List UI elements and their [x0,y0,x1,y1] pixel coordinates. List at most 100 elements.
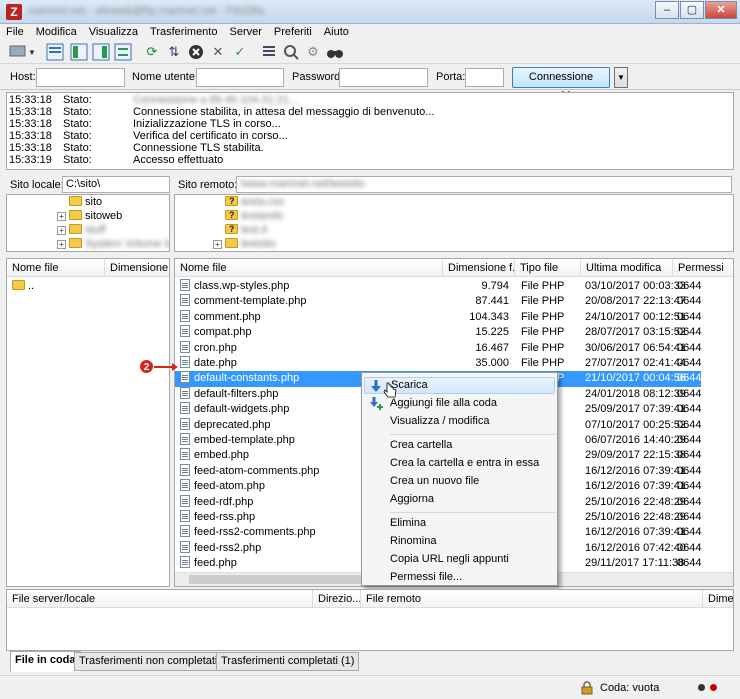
transfer-queue[interactable]: File server/locale Direzio... File remot… [6,589,734,651]
port-input[interactable] [465,68,504,87]
menu-item-crea-file[interactable]: Crea un nuovo file [364,473,555,490]
context-menu: Scarica Aggiungi file alla coda Visualiz… [361,372,558,586]
refresh-icon[interactable]: ⟳ [143,43,161,61]
column-header-size[interactable]: Dimen [703,590,733,608]
menu-item-permessi[interactable]: Permessi file... [364,569,555,586]
tab-trasferimenti-non-completati[interactable]: Trasferimenti non completati [74,652,223,671]
expand-icon[interactable]: + [57,240,66,249]
file-modified-cell: 16/12/2016 07:39:41 [585,480,686,493]
menu-item-elimina[interactable]: Elimina [364,515,555,532]
maximize-button[interactable]: ▢ [680,1,704,19]
menu-item-crea-cartella[interactable]: Crea cartella [364,437,555,454]
tree-item[interactable]: test.it [225,222,267,237]
column-header-filetype[interactable]: Tipo file [515,259,581,277]
expand-icon[interactable]: + [57,226,66,235]
filter-icon[interactable] [260,43,278,61]
menu-item-scarica[interactable]: Scarica [364,377,555,398]
column-header-filename[interactable]: Nome file [175,259,443,277]
menu-trasferimento[interactable]: Trasferimento [144,24,223,40]
disconnect-icon[interactable]: ✕ [209,43,227,61]
column-header-local-file[interactable]: File server/locale [7,590,313,608]
menu-item-crea-entra[interactable]: Crea la cartella e entra in essa [364,455,555,472]
tree-item[interactable]: + testsito [213,237,276,251]
site-manager-icon[interactable]: ▼ [8,43,36,61]
php-file-icon [180,325,190,338]
table-row[interactable]: date.php 35.000 File PHP 27/07/2017 02:41:4… [175,356,701,371]
toggle-log-icon[interactable] [46,43,64,61]
toggle-queue-icon[interactable] [114,43,132,61]
reconnect-icon[interactable]: ✓ [231,43,249,61]
sync-browse-icon[interactable]: ⚙ [304,43,322,61]
menu-file[interactable]: File [0,24,30,40]
tree-item[interactable]: sito [69,195,102,209]
username-input[interactable] [196,68,284,87]
folder-icon [12,280,25,290]
quickconnect-dropdown-button[interactable]: ▼ [614,67,628,88]
local-directory-tree[interactable]: sito +sitoweb +stuff +System Volume Info… [6,194,170,252]
table-row[interactable]: comment-template.php 87.441 File PHP 20/08/… [175,294,701,309]
tree-item[interactable]: +System Volume Information [57,237,169,251]
search-icon[interactable] [326,43,344,61]
menu-aiuto[interactable]: Aiuto [318,24,355,40]
file-size-cell: 9.794 [481,280,509,292]
menu-item-aggiungi-coda[interactable]: Aggiungi file alla coda [364,395,555,412]
column-header-direction[interactable]: Direzio... [313,590,361,608]
toggle-local-tree-icon[interactable] [70,43,88,61]
process-queue-icon[interactable]: ⇅ [165,43,183,61]
file-name-cell: feed-atom-comments.php [180,463,319,479]
file-name-cell: feed-rss2.php [180,540,261,556]
tree-item[interactable]: + sitoweb [57,209,122,223]
column-header-modified[interactable]: Ultima modifica [581,259,673,277]
menu-server[interactable]: Server [223,24,267,40]
tree-item[interactable]: + stuff [57,223,106,237]
local-file-list[interactable]: Nome file Dimensione f... .. [6,258,170,587]
menu-item-visualizza[interactable]: Visualizza / modifica [364,413,555,430]
menu-separator [390,512,555,513]
minimize-button[interactable]: – [655,1,679,19]
expand-icon[interactable]: + [57,212,66,221]
php-file-icon [180,294,190,307]
table-row[interactable]: comment.php 104.343 File PHP 24/10/2017 00:… [175,309,701,325]
tab-trasferimenti-completati[interactable]: Trasferimenti completati (1) [216,652,360,671]
php-file-icon [180,402,190,415]
column-header-remote-file[interactable]: File remoto [361,590,703,608]
tree-item[interactable]: testa.css [225,195,284,209]
menu-item-aggiorna[interactable]: Aggiorna [364,491,555,508]
remote-directory-tree[interactable]: testa.css testando test.it +testsito [174,194,734,252]
table-row[interactable]: compat.php 15.225 File PHP 28/07/2017 03:15… [175,325,701,340]
column-header-filesize[interactable]: Dimensione f... [105,259,169,277]
file-permissions-cell: 0644 [677,326,702,339]
menu-item-copia-url[interactable]: Copia URL negli appunti [364,551,555,568]
tab-file-in-coda[interactable]: File in coda [10,651,81,672]
menu-modifica[interactable]: Modifica [30,24,83,40]
file-permissions-cell: 0644 [677,434,702,446]
file-permissions-cell: 0644 [677,372,702,385]
local-path-input[interactable]: C:\sito\ [62,176,170,193]
file-name-cell: cron.php [180,340,237,356]
list-item[interactable]: .. [7,279,169,294]
quickconnect-button[interactable]: Connessione rapida [512,67,610,102]
toggle-remote-tree-icon[interactable] [92,43,110,61]
close-button[interactable]: ✕ [705,1,737,19]
file-modified-cell: 25/09/2017 07:39:41 [585,403,686,416]
lock-icon [581,681,593,695]
password-input[interactable] [339,68,428,87]
column-header-filename[interactable]: Nome file [7,259,105,277]
message-log[interactable]: 15:33:18 Stato: Connessione a 89.46.104.31… [6,92,734,170]
expand-icon[interactable]: + [213,240,222,249]
table-row[interactable]: class.wp-styles.php 9.794 File PHP 03/10/20… [175,279,701,294]
menu-visualizza[interactable]: Visualizza [83,24,144,40]
column-header-permissions[interactable]: Permessi [673,259,733,277]
menu-preferiti[interactable]: Preferiti [268,24,318,40]
php-file-icon [180,448,190,461]
host-input[interactable] [36,68,125,87]
compare-icon[interactable] [282,43,300,61]
file-permissions-cell: 0644 [677,418,702,431]
cancel-icon[interactable] [187,43,205,61]
tree-item[interactable]: testando [225,208,283,223]
menu-item-rinomina[interactable]: Rinomina [364,533,555,550]
remote-path-input[interactable]: /www.marimel.net/testsito [236,176,732,193]
column-header-filesize[interactable]: Dimensione f... [443,259,515,277]
local-path-bar: Sito locale: C:\sito\ [6,174,170,194]
table-row[interactable]: cron.php 16.467 File PHP 30/06/2017 06:54:4… [175,340,701,356]
